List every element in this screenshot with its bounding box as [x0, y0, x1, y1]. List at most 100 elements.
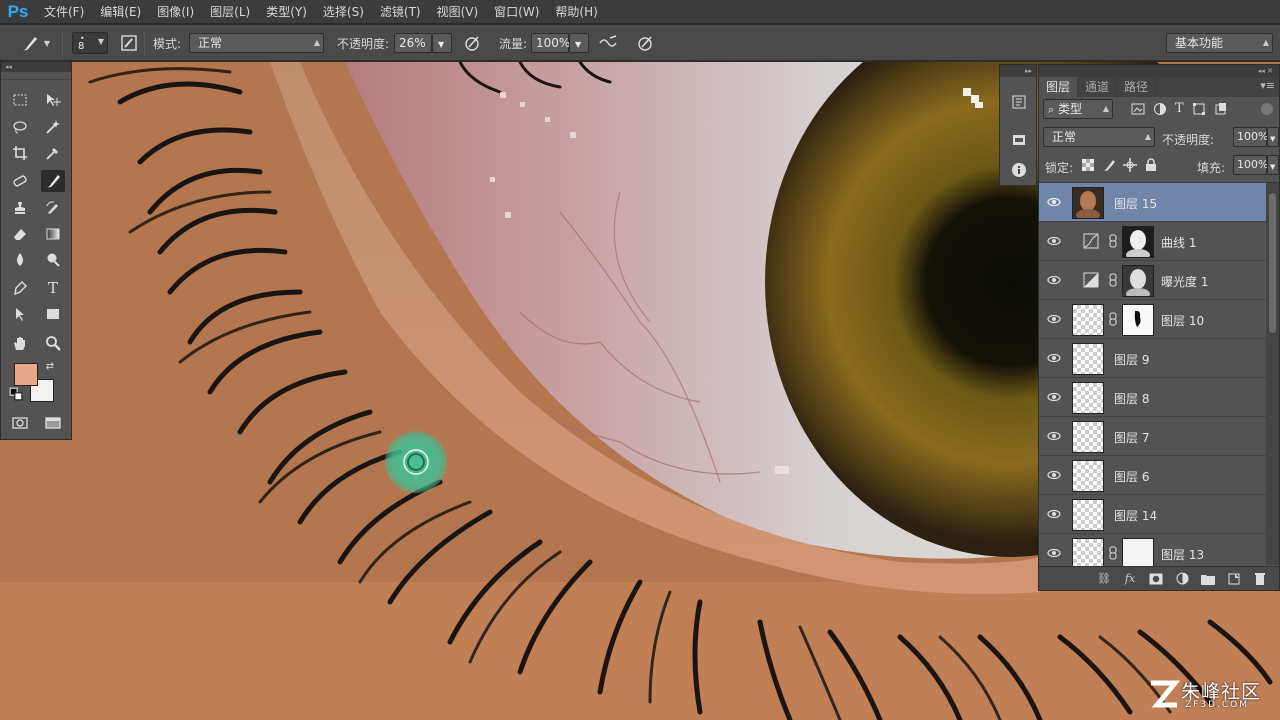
filter-toggle-icon[interactable] — [1261, 103, 1273, 115]
menu-filter[interactable]: 滤镜(T) — [372, 0, 429, 24]
layer-row[interactable]: 图层 8 — [1039, 378, 1266, 417]
menu-layer[interactable]: 图层(L) — [202, 0, 258, 24]
lock-pixels-icon[interactable] — [1102, 158, 1116, 172]
screen-mode-icon[interactable] — [41, 412, 65, 434]
mask-link-icon[interactable] — [1108, 312, 1118, 326]
layer-row[interactable]: 图层 14 — [1039, 495, 1266, 534]
layer-row[interactable]: 图层 9 — [1039, 339, 1266, 378]
flow-dropdown-arrow-icon[interactable]: ▼ — [569, 33, 589, 53]
visibility-eye-icon[interactable] — [1047, 546, 1061, 560]
path-selection-tool-icon[interactable] — [8, 303, 32, 325]
hand-tool-icon[interactable] — [8, 332, 32, 354]
quick-mask-icon[interactable] — [8, 412, 32, 434]
layers-scrollbar-thumb[interactable] — [1269, 193, 1276, 333]
visibility-eye-icon[interactable] — [1047, 351, 1061, 365]
visibility-eye-icon[interactable] — [1047, 234, 1061, 248]
visibility-eye-icon[interactable] — [1047, 195, 1061, 209]
info-panel-icon[interactable] — [1008, 159, 1030, 181]
blur-tool-icon[interactable] — [8, 249, 32, 271]
menu-image[interactable]: 图像(I) — [149, 0, 202, 24]
crop-tool-icon[interactable] — [8, 142, 32, 164]
new-adjustment-layer-icon[interactable] — [1173, 570, 1191, 588]
blend-mode-dropdown[interactable]: 正常 ▲ — [1043, 127, 1155, 147]
foreground-color-swatch[interactable] — [14, 363, 38, 386]
menu-edit[interactable]: 编辑(E) — [92, 0, 149, 24]
panel-menu-icon[interactable]: ▾≡ — [1260, 79, 1275, 92]
menu-type[interactable]: 类型(Y) — [258, 0, 315, 24]
dodge-tool-icon[interactable] — [41, 249, 65, 271]
layer-row[interactable]: 图层 6 — [1039, 456, 1266, 495]
clone-stamp-tool-icon[interactable] — [8, 197, 32, 219]
lock-position-icon[interactable] — [1123, 158, 1137, 172]
layers-scrollbar[interactable] — [1266, 183, 1279, 565]
layer-row[interactable]: 图层 10 — [1039, 300, 1266, 339]
opacity-dropdown-arrow-icon[interactable]: ▼ — [432, 33, 452, 53]
history-panel-icon[interactable] — [1008, 91, 1030, 113]
layer-row[interactable]: 图层 13 — [1039, 534, 1266, 566]
visibility-eye-icon[interactable] — [1047, 429, 1061, 443]
visibility-eye-icon[interactable] — [1047, 390, 1061, 404]
mask-link-icon[interactable] — [1108, 234, 1118, 248]
menu-select[interactable]: 选择(S) — [315, 0, 372, 24]
fill-input[interactable]: 100% — [1233, 155, 1268, 175]
mask-link-icon[interactable] — [1108, 546, 1118, 560]
brush-panel-toggle-icon[interactable] — [117, 31, 141, 55]
menu-help[interactable]: 帮助(H) — [547, 0, 605, 24]
type-tool-icon[interactable]: T — [41, 277, 65, 299]
filter-type-icon[interactable]: T — [1175, 102, 1184, 116]
lasso-tool-icon[interactable] — [8, 116, 32, 138]
rectangle-tool-icon[interactable] — [41, 303, 65, 325]
new-layer-icon[interactable] — [1225, 570, 1243, 588]
link-layers-icon[interactable]: ⛓ — [1095, 570, 1113, 588]
marquee-tool-icon[interactable] — [8, 89, 32, 111]
filter-shape-icon[interactable] — [1192, 102, 1206, 116]
dock-expand-icon[interactable]: ▸▸ — [1000, 65, 1036, 77]
brush-tool-icon[interactable] — [41, 170, 65, 192]
layer-row[interactable]: 曲线 1 — [1039, 222, 1266, 261]
lock-all-icon[interactable] — [1144, 158, 1158, 172]
layer-mask-thumbnail[interactable] — [1122, 304, 1154, 336]
layer-mask-thumbnail[interactable] — [1122, 265, 1154, 300]
history-brush-tool-icon[interactable] — [41, 197, 65, 219]
menu-window[interactable]: 窗口(W) — [486, 0, 547, 24]
eyedropper-tool-icon[interactable] — [41, 142, 65, 164]
lock-transparency-icon[interactable] — [1081, 158, 1095, 172]
pen-tool-icon[interactable] — [8, 277, 32, 299]
gradient-tool-icon[interactable] — [41, 223, 65, 245]
filter-pixel-icon[interactable] — [1131, 102, 1145, 116]
fill-arrow-icon[interactable]: ▼ — [1267, 155, 1279, 175]
default-colors-icon[interactable] — [9, 387, 23, 401]
eraser-tool-icon[interactable] — [8, 223, 32, 245]
filter-adjustment-icon[interactable] — [1153, 102, 1167, 116]
delete-layer-trash-icon[interactable] — [1251, 570, 1269, 588]
visibility-eye-icon[interactable] — [1047, 507, 1061, 521]
new-group-folder-icon[interactable] — [1199, 570, 1217, 588]
brush-preset-arrow-icon[interactable]: ▼ — [42, 31, 52, 55]
pressure-opacity-icon[interactable] — [460, 31, 484, 55]
layer-style-fx-icon[interactable]: fx — [1121, 570, 1139, 588]
visibility-eye-icon[interactable] — [1047, 273, 1061, 287]
move-tool-icon[interactable] — [41, 89, 65, 111]
layer-filter-dropdown[interactable]: ⌕ 类型 ▲ — [1043, 99, 1113, 119]
filter-smart-object-icon[interactable] — [1214, 102, 1228, 116]
visibility-eye-icon[interactable] — [1047, 312, 1061, 326]
pressure-size-icon[interactable] — [633, 31, 657, 55]
layer-row[interactable]: 图层 15 — [1039, 183, 1266, 222]
healing-brush-tool-icon[interactable] — [8, 170, 32, 192]
flow-input[interactable]: 100% — [531, 33, 570, 53]
layer-opacity-arrow-icon[interactable]: ▼ — [1267, 127, 1279, 147]
tab-layers[interactable]: 图层 — [1039, 77, 1079, 97]
tab-paths[interactable]: 路径 — [1117, 77, 1157, 97]
magic-wand-tool-icon[interactable] — [41, 116, 65, 138]
brush-size-picker[interactable]: • 8 ▼ — [72, 32, 108, 54]
layers-panel-collapse-icon[interactable]: ◂◂ ✕ — [1039, 65, 1279, 77]
mask-link-icon[interactable] — [1108, 273, 1118, 287]
zoom-tool-icon[interactable] — [41, 332, 65, 354]
swap-colors-icon[interactable]: ⇄ — [43, 359, 57, 373]
menu-view[interactable]: 视图(V) — [429, 0, 487, 24]
opacity-input[interactable]: 26% — [394, 33, 432, 53]
layer-row[interactable]: 曝光度 1 — [1039, 261, 1266, 300]
menu-file[interactable]: 文件(F) — [36, 0, 92, 24]
layer-mask-thumbnail[interactable] — [1122, 226, 1154, 261]
airbrush-icon[interactable] — [596, 31, 620, 55]
